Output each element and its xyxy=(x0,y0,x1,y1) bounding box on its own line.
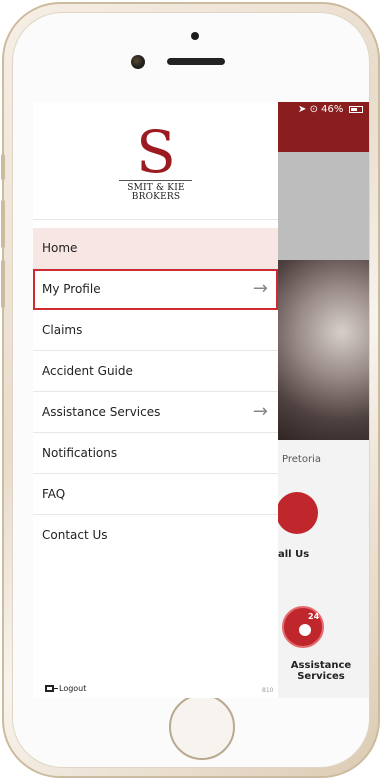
menu-item-label: FAQ xyxy=(42,487,66,501)
menu-item-accident-guide[interactable]: Accident Guide xyxy=(33,351,278,392)
phone-frame: ➤ ⊙ 46% Pretoria all Us 24 Assistance Se… xyxy=(1,2,380,778)
menu-item-assistance-services[interactable]: Assistance Services → xyxy=(33,392,278,433)
status-bar: ➤ ⊙ 46% xyxy=(278,104,369,118)
screen: ➤ ⊙ 46% Pretoria all Us 24 Assistance Se… xyxy=(33,102,369,698)
app-header: ➤ ⊙ 46% xyxy=(278,102,369,152)
assistance-label: Assistance Services xyxy=(281,660,361,682)
location-icon: ➤ xyxy=(298,104,307,115)
proximity-sensor xyxy=(191,32,199,40)
battery-icon xyxy=(348,105,363,113)
menu-item-claims[interactable]: Claims xyxy=(33,310,278,351)
assistance-icon[interactable]: 24 xyxy=(282,606,324,648)
hero-image xyxy=(278,260,369,440)
volume-up-button xyxy=(1,200,5,248)
menu-item-label: Contact Us xyxy=(42,528,108,542)
agent-face-icon xyxy=(299,624,311,636)
menu-item-faq[interactable]: FAQ xyxy=(33,474,278,515)
arrow-right-icon: → xyxy=(252,401,268,422)
brand-logo: S SMIT & KIE BROKERS xyxy=(33,102,278,220)
front-camera xyxy=(131,55,145,69)
menu-item-label: Home xyxy=(42,241,78,255)
menu-item-label: My Profile xyxy=(42,282,101,296)
logout-label: Logout xyxy=(59,684,87,693)
menu-item-notifications[interactable]: Notifications xyxy=(33,433,278,474)
call-us-icon[interactable] xyxy=(276,492,318,534)
alarm-icon: ⊙ xyxy=(309,104,318,115)
home-button[interactable] xyxy=(169,694,235,760)
logout-button[interactable]: Logout xyxy=(45,684,86,693)
menu-item-label: Accident Guide xyxy=(42,364,133,378)
logo-text-line2: BROKERS xyxy=(131,192,181,202)
drawer-menu: Home My Profile → Claims Accident Guide … xyxy=(33,228,278,556)
menu-item-label: Notifications xyxy=(42,446,118,460)
logo-initial: S xyxy=(136,118,176,186)
earpiece-speaker xyxy=(167,58,225,65)
arrow-right-icon: → xyxy=(252,278,268,299)
menu-item-my-profile[interactable]: My Profile → xyxy=(33,269,278,310)
assistance-label-line2: Services xyxy=(297,671,345,682)
location-label: Pretoria xyxy=(282,454,321,465)
logout-icon xyxy=(45,685,58,692)
navigation-drawer: S SMIT & KIE BROKERS Home My Profile → C… xyxy=(33,102,278,698)
menu-item-home[interactable]: Home xyxy=(33,228,278,269)
logo-divider xyxy=(119,180,192,181)
menu-item-label: Assistance Services xyxy=(42,405,161,419)
logo-text: SMIT & KIE BROKERS xyxy=(103,184,209,202)
background-app: ➤ ⊙ 46% Pretoria all Us 24 Assistance Se… xyxy=(276,102,369,698)
assistance-label-line1: Assistance xyxy=(290,660,352,671)
silent-switch xyxy=(1,154,5,180)
menu-item-contact-us[interactable]: Contact Us xyxy=(33,515,278,556)
version-label: 810 xyxy=(262,687,274,694)
battery-percent: 46% xyxy=(321,104,344,115)
call-us-label: all Us xyxy=(278,549,310,560)
assistance-24-badge: 24 xyxy=(308,612,320,621)
volume-down-button xyxy=(1,260,5,308)
menu-item-label: Claims xyxy=(42,323,83,337)
